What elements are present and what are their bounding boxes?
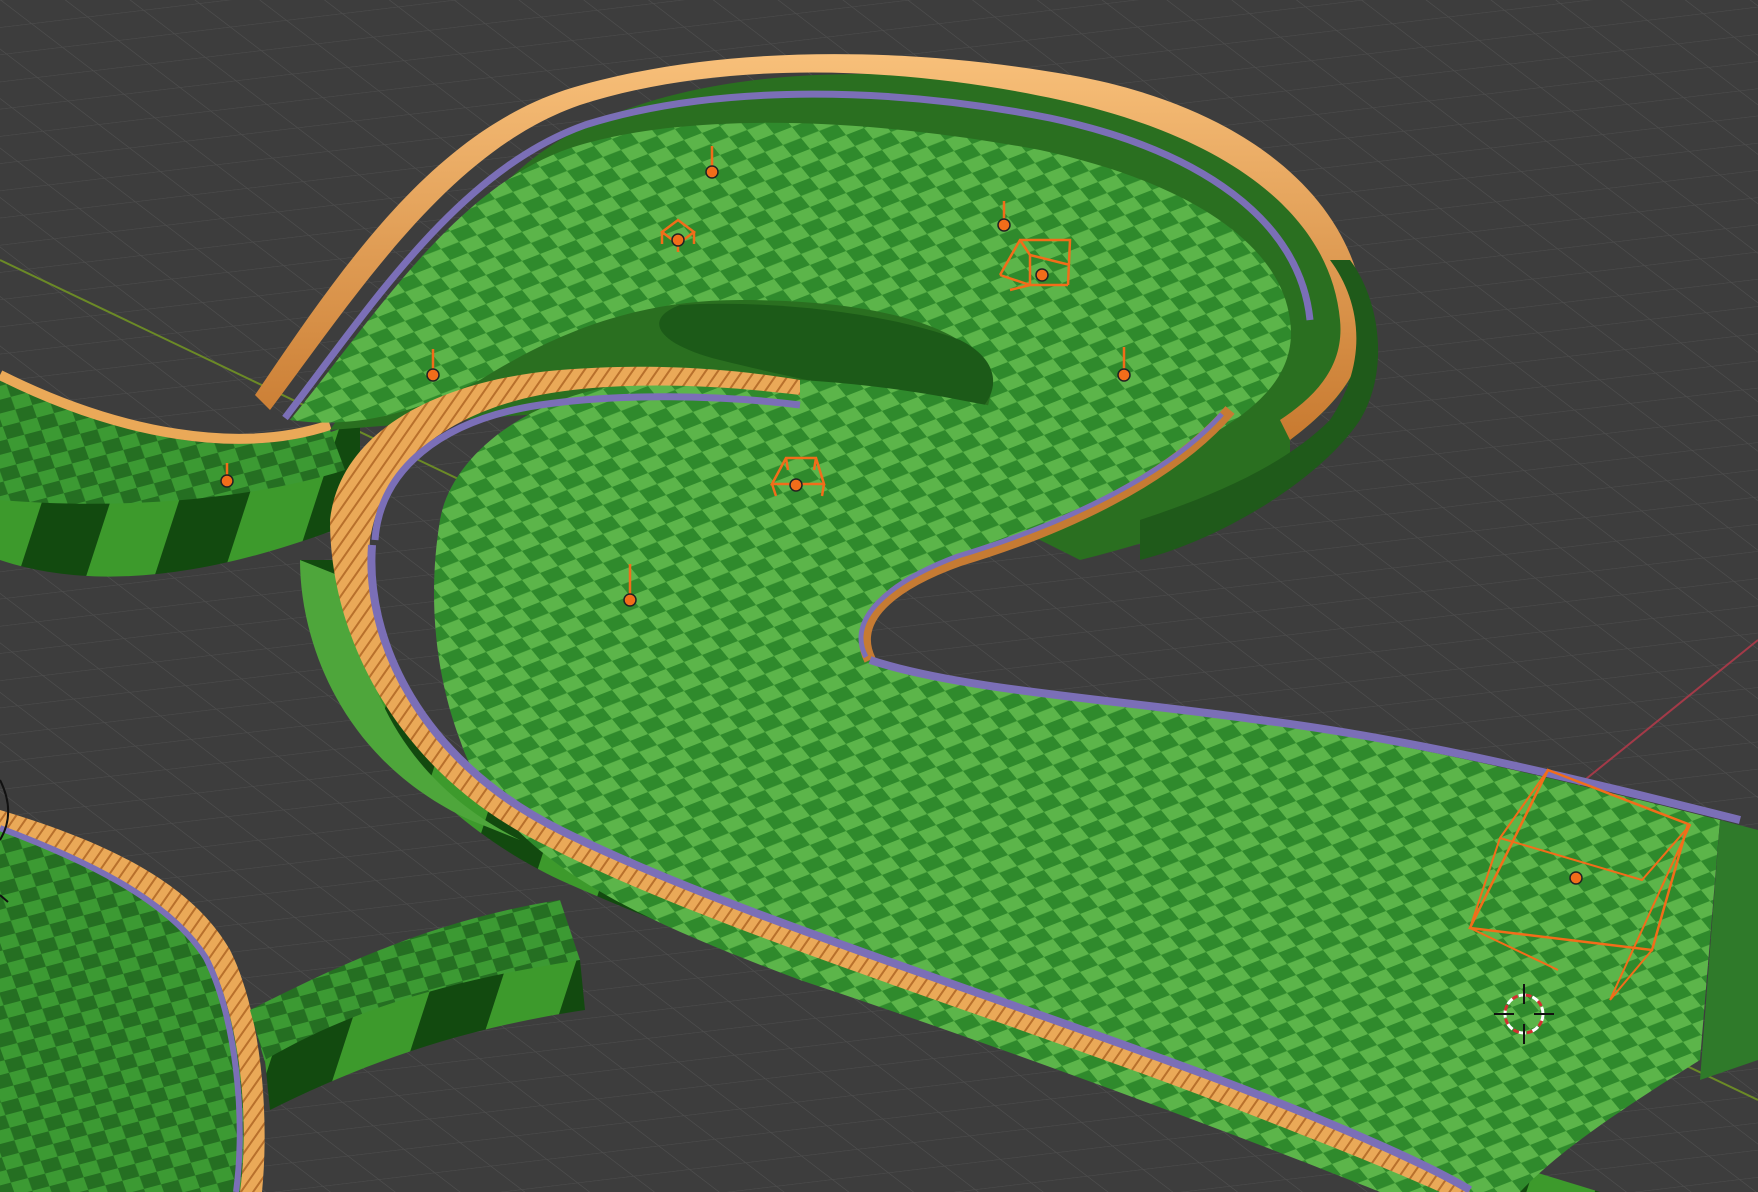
- 3d-viewport[interactable]: [0, 0, 1758, 1192]
- viewport-canvas[interactable]: [0, 0, 1758, 1192]
